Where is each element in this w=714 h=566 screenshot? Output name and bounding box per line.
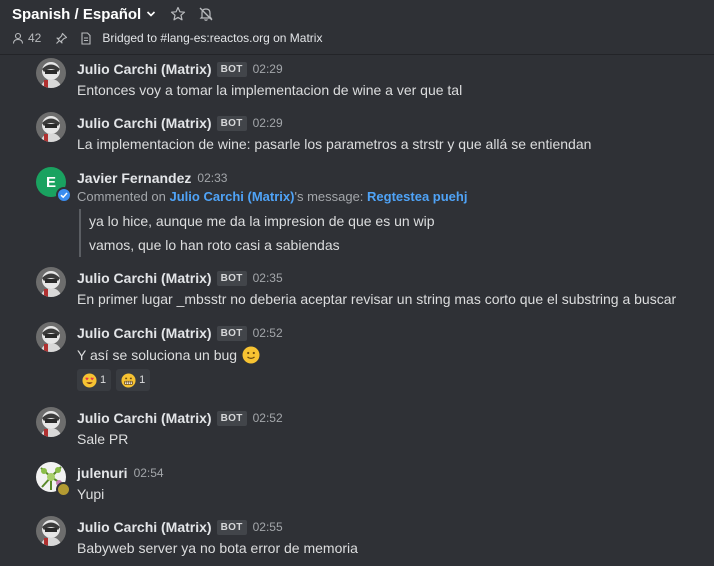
verified-icon [56,187,72,203]
message-text: Entonces voy a tomar la implementacion d… [77,82,463,98]
message-text: Yupi [77,486,105,502]
room-topic: Bridged to #lang-es:reactos.org on Matri… [102,31,323,45]
star-icon[interactable] [170,6,186,22]
file-icon[interactable] [80,31,92,45]
message-item: Julio Carchi (Matrix) BOT 02:35 En prime… [0,267,714,317]
message-item: Julio Carchi (Matrix) BOT 02:55 Babyweb … [0,516,714,566]
room-title[interactable]: Spanish / Español [12,6,141,23]
bot-badge: BOT [216,270,247,286]
timestamp[interactable]: 02:55 [253,520,283,534]
reaction-count: 1 [139,374,146,386]
timestamp[interactable]: 02:52 [253,411,283,425]
bot-badge: BOT [216,519,247,535]
message-item: Julio Carchi (Matrix) BOT 02:52 Y así se… [0,322,714,398]
sender-name[interactable]: Julio Carchi (Matrix) [77,270,212,286]
message-text: La implementacion de wine: pasarle los p… [77,136,592,152]
comment-prefix: Commented on [77,189,170,204]
timestamp[interactable]: 02:33 [197,171,227,185]
message-text-row: Y así se soluciona un bug [77,346,260,364]
quote-block: ya lo hice, aunque me da la impresion de… [79,209,435,257]
bot-badge: BOT [216,410,247,426]
message-text: Babyweb server ya no bota error de memor… [77,540,358,556]
timestamp[interactable]: 02:52 [253,326,283,340]
timestamp[interactable]: 02:54 [134,466,164,480]
message-text: Y así se soluciona un bug [77,347,238,363]
timestamp[interactable]: 02:29 [253,62,283,76]
bot-badge: BOT [216,61,247,77]
room-header: Spanish / Español 42 Bridged to #lang-es… [0,0,714,55]
avatar[interactable] [36,112,66,142]
message-text: En primer lugar _mbsstr no deberia acept… [77,291,677,307]
sender-name[interactable]: Julio Carchi (Matrix) [77,61,212,77]
avatar[interactable] [36,322,66,352]
bot-badge: BOT [216,115,247,131]
heart-eyes-icon [82,372,97,388]
avatar[interactable] [36,58,66,88]
away-status-icon [56,482,71,497]
commented-message-link[interactable]: Regtestea puehj [367,189,467,204]
avatar[interactable] [36,516,66,546]
message-item: julenuri 02:54 Yupi [0,462,714,512]
timestamp[interactable]: 02:35 [253,271,283,285]
sender-name[interactable]: Julio Carchi (Matrix) [77,325,212,341]
sender-name[interactable]: Julio Carchi (Matrix) [77,410,212,426]
avatar[interactable] [36,267,66,297]
message-item: Julio Carchi (Matrix) BOT 02:29 La imple… [0,112,714,162]
sender-name[interactable]: julenuri [77,465,128,481]
pin-icon[interactable] [55,32,68,45]
avatar[interactable] [36,407,66,437]
chevron-down-icon[interactable] [146,9,156,19]
room-meta-row: 42 Bridged to #lang-es:reactos.org on Ma… [12,30,322,46]
sender-name[interactable]: Javier Fernandez [77,170,191,186]
slightly-smiling-face-icon [242,346,260,364]
message-text: Sale PR [77,431,129,447]
sender-name[interactable]: Julio Carchi (Matrix) [77,115,212,131]
member-count[interactable]: 42 [28,31,41,45]
user-icon[interactable] [12,32,24,44]
reaction-count: 1 [100,374,107,386]
room-title-row: Spanish / Español [12,4,214,24]
timestamp[interactable]: 02:29 [253,116,283,130]
message-item: E Javier Fernandez 02:33 Commented on Ju… [0,167,714,257]
message-item: Julio Carchi (Matrix) BOT 02:29 Entonces… [0,58,714,108]
bell-off-icon[interactable] [198,6,214,22]
comment-mid: 's message: [294,189,368,204]
reaction-pill[interactable]: 1 [116,369,151,391]
sender-name[interactable]: Julio Carchi (Matrix) [77,519,212,535]
quote-line: vamos, que lo han roto casi a sabiendas [89,237,340,253]
message-timeline: Julio Carchi (Matrix) BOT 02:29 Entonces… [0,55,714,566]
quote-line: ya lo hice, aunque me da la impresion de… [89,213,435,229]
bot-badge: BOT [216,325,247,341]
commented-user-link[interactable]: Julio Carchi (Matrix) [170,189,295,204]
message-item: Julio Carchi (Matrix) BOT 02:52 Sale PR [0,407,714,457]
comment-reference: Commented on Julio Carchi (Matrix)'s mes… [77,189,467,204]
reaction-pill[interactable]: 1 [77,369,112,391]
reactions-row: 1 1 [77,369,155,391]
grimacing-face-icon [121,372,136,388]
